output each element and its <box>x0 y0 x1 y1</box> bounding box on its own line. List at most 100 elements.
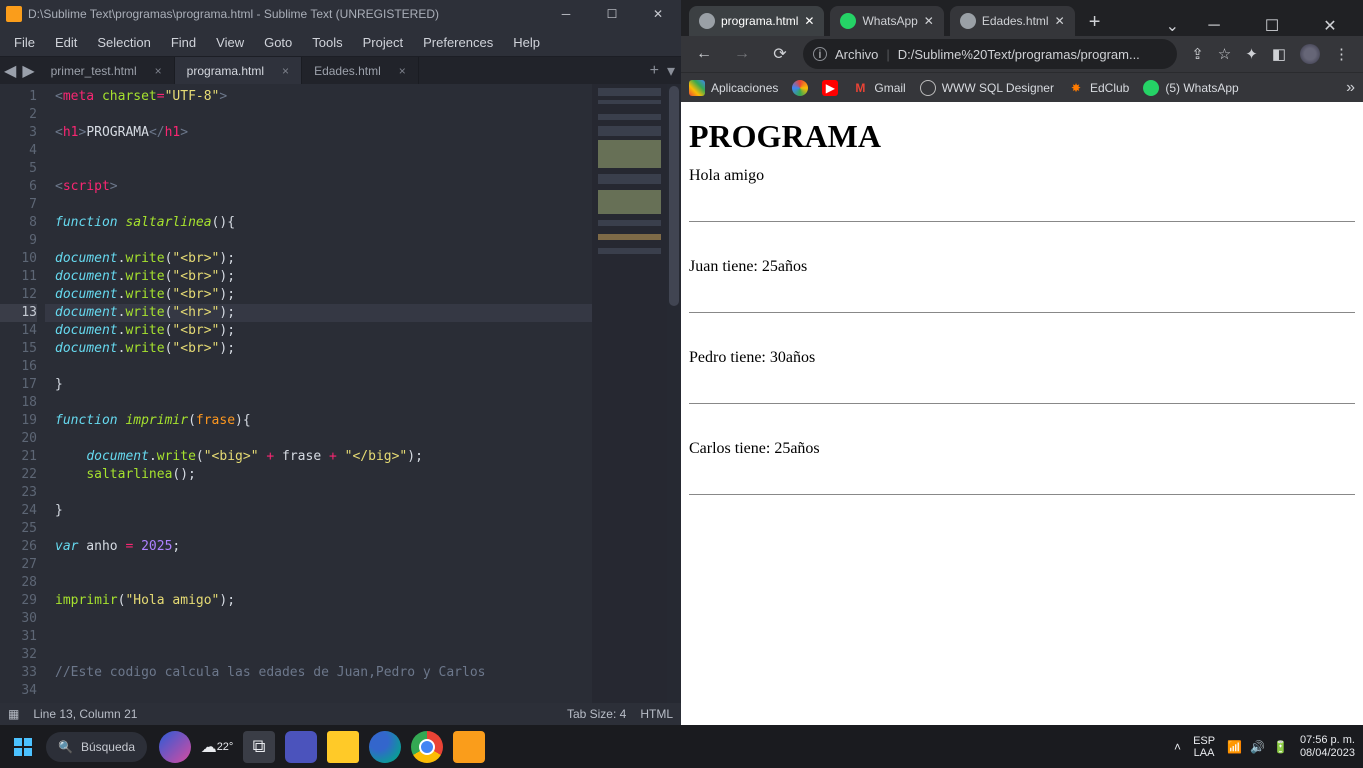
bookmark-whatsapp[interactable]: (5) WhatsApp <box>1143 80 1238 96</box>
omnibox[interactable]: i Archivo | D:/Sublime%20Text/programas/… <box>803 39 1177 69</box>
volume-icon[interactable]: 🔊 <box>1250 740 1265 754</box>
taskbar-tray: ˄ ESP LAA 📶 🔊 🔋 07:56 p. m. 08/04/2023 <box>1174 734 1363 760</box>
chrome-tab-edades[interactable]: Edades.html ✕ <box>950 6 1075 36</box>
weather-temp: 22° <box>217 741 234 753</box>
sublime-menubar: File Edit Selection Find View Goto Tools… <box>0 28 681 56</box>
tab-close-icon[interactable]: × <box>399 64 406 78</box>
code-editor[interactable]: <meta charset="UTF-8"><h1>PROGRAMA</h1><… <box>45 84 592 703</box>
editor-area: 1234567891011121314151617181920212223242… <box>0 84 681 703</box>
bookmark-sql-designer[interactable]: WWW SQL Designer <box>920 80 1054 96</box>
status-lang[interactable]: HTML <box>640 707 673 721</box>
bookmark-youtube[interactable]: ▶ <box>822 80 838 96</box>
menu-file[interactable]: File <box>4 31 45 54</box>
tab-programa[interactable]: programa.html × <box>175 57 302 84</box>
menu-preferences[interactable]: Preferences <box>413 31 503 54</box>
share-icon[interactable]: ⇪ <box>1191 45 1204 63</box>
page-line: Pedro tiene: 30años <box>689 349 1355 367</box>
menu-project[interactable]: Project <box>353 31 413 54</box>
page-line: Carlos tiene: 25años <box>689 440 1355 458</box>
tab-history-back-icon[interactable]: ◀ <box>4 61 16 81</box>
menu-goto[interactable]: Goto <box>254 31 302 54</box>
taskbar-chrome-icon[interactable] <box>411 731 443 763</box>
new-tab-button[interactable]: + <box>1081 8 1109 36</box>
menu-help[interactable]: Help <box>503 31 550 54</box>
tab-history-fwd-icon[interactable]: ▶ <box>22 61 34 81</box>
chrome-top: programa.html ✕ WhatsApp ✕ Edades.html ✕… <box>681 0 1363 102</box>
tray-clock[interactable]: 07:56 p. m. 08/04/2023 <box>1300 734 1355 760</box>
scrollbar[interactable] <box>667 84 681 703</box>
bookmark-photos[interactable] <box>792 80 808 96</box>
minimap[interactable] <box>592 84 667 703</box>
favicon-icon <box>960 13 976 29</box>
sublime-window: D:\Sublime Text\programas\programa.html … <box>0 0 681 725</box>
close-button[interactable]: ✕ <box>635 0 681 28</box>
sidepanel-icon[interactable]: ◧ <box>1272 45 1286 63</box>
chrome-tabs: programa.html ✕ WhatsApp ✕ Edades.html ✕… <box>681 0 1363 36</box>
taskbar-sublime-icon[interactable] <box>453 731 485 763</box>
taskbar-pinned-apps: ☁22° ⧉ <box>159 731 485 763</box>
chrome-window: programa.html ✕ WhatsApp ✕ Edades.html ✕… <box>681 0 1363 725</box>
chrome-tab-programa[interactable]: programa.html ✕ <box>689 6 824 36</box>
tray-chevron-up-icon[interactable]: ˄ <box>1174 740 1181 754</box>
back-button[interactable]: ← <box>689 39 719 69</box>
profile-avatar-icon[interactable] <box>1300 44 1320 64</box>
forward-button[interactable]: → <box>727 39 757 69</box>
menu-edit[interactable]: Edit <box>45 31 87 54</box>
clock-date: 08/04/2023 <box>1300 747 1355 760</box>
favicon-icon <box>699 13 715 29</box>
chrome-close-button[interactable]: ✕ <box>1307 16 1353 36</box>
chrome-menu-icon[interactable]: ⋮ <box>1334 45 1349 63</box>
bookmark-edclub[interactable]: ✸ EdClub <box>1068 80 1129 96</box>
omnibox-prefix: Archivo <box>835 47 878 62</box>
chrome-minimize-button[interactable]: ─ <box>1191 17 1237 35</box>
menu-find[interactable]: Find <box>161 31 206 54</box>
youtube-icon: ▶ <box>822 80 838 96</box>
lang-line1: ESP <box>1193 735 1215 747</box>
sublime-titlebar[interactable]: D:\Sublime Text\programas\programa.html … <box>0 0 681 28</box>
tab-new-icon[interactable]: + <box>650 62 659 80</box>
tray-language[interactable]: ESP LAA <box>1193 735 1215 759</box>
site-info-icon[interactable]: i <box>813 47 827 61</box>
tab-primer-test[interactable]: primer_test.html × <box>39 57 175 84</box>
bookmark-star-icon[interactable]: ☆ <box>1218 45 1231 63</box>
whatsapp-icon <box>1143 80 1159 96</box>
maximize-button[interactable]: ☐ <box>589 0 635 28</box>
bookmark-gmail[interactable]: M Gmail <box>852 80 905 96</box>
taskbar-copilot-icon[interactable] <box>159 731 191 763</box>
battery-icon[interactable]: 🔋 <box>1273 740 1288 754</box>
taskbar-explorer-icon[interactable] <box>327 731 359 763</box>
start-button[interactable] <box>0 725 46 768</box>
taskbar-taskview-icon[interactable]: ⧉ <box>243 731 275 763</box>
menu-selection[interactable]: Selection <box>87 31 160 54</box>
reload-button[interactable]: ⟳ <box>765 39 795 69</box>
bookmark-aplicaciones[interactable]: Aplicaciones <box>689 80 778 96</box>
chevron-down-icon[interactable]: ⌄ <box>1166 16 1179 36</box>
tab-menu-icon[interactable]: ▾ <box>667 61 675 81</box>
scrollbar-thumb[interactable] <box>669 86 679 306</box>
chrome-tab-whatsapp[interactable]: WhatsApp ✕ <box>830 6 943 36</box>
taskbar-weather[interactable]: ☁22° <box>201 731 233 763</box>
page-line: Juan tiene: 25años <box>689 258 1355 276</box>
sublime-logo-icon <box>6 6 22 22</box>
browser-viewport[interactable]: PROGRAMA Hola amigo Juan tiene: 25años P… <box>681 102 1363 725</box>
taskbar-search[interactable]: 🔍 Búsqueda <box>46 732 147 762</box>
status-grid-icon[interactable]: ▦ <box>8 707 19 721</box>
menu-view[interactable]: View <box>206 31 254 54</box>
tab-label: programa.html <box>187 64 264 78</box>
tab-close-icon[interactable]: ✕ <box>804 14 814 28</box>
extensions-icon[interactable]: ✦ <box>1245 45 1258 63</box>
minimize-button[interactable]: ─ <box>543 0 589 28</box>
tab-edades[interactable]: Edades.html × <box>302 57 419 84</box>
taskbar-edge-icon[interactable] <box>369 731 401 763</box>
menu-tools[interactable]: Tools <box>302 31 352 54</box>
taskbar-teams-icon[interactable] <box>285 731 317 763</box>
tab-close-icon[interactable]: ✕ <box>924 14 934 28</box>
bookmark-label: (5) WhatsApp <box>1165 81 1238 95</box>
status-tabsize[interactable]: Tab Size: 4 <box>567 707 626 721</box>
tab-close-icon[interactable]: ✕ <box>1055 14 1065 28</box>
tab-close-icon[interactable]: × <box>155 64 162 78</box>
tab-close-icon[interactable]: × <box>282 64 289 78</box>
wifi-icon[interactable]: 📶 <box>1227 740 1242 754</box>
bookmarks-overflow-icon[interactable]: » <box>1346 79 1355 97</box>
chrome-maximize-button[interactable]: ☐ <box>1249 16 1295 36</box>
